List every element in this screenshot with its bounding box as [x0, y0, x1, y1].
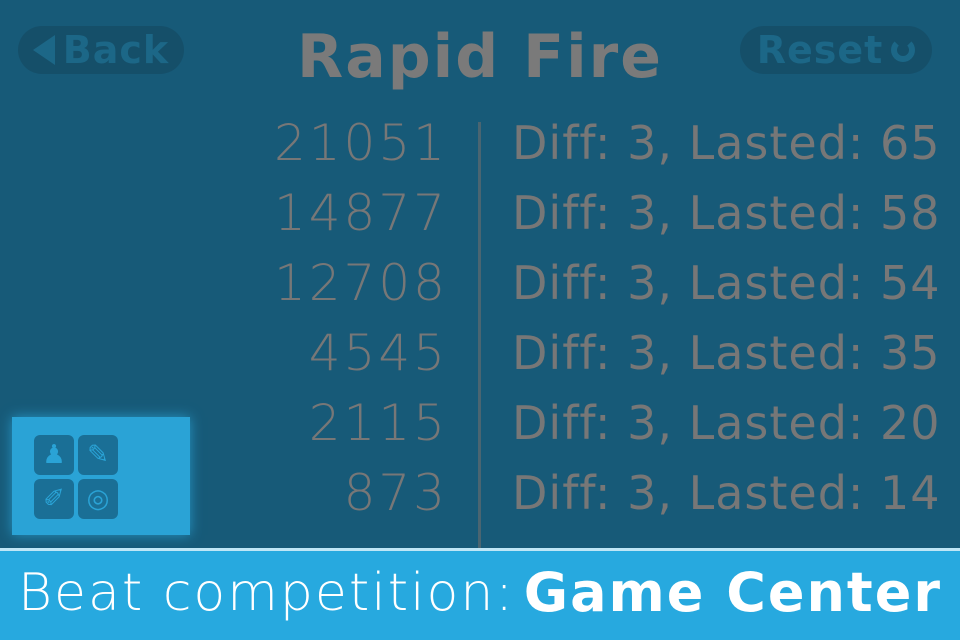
- score-detail: Diff: 3, Lasted: 54: [512, 256, 941, 310]
- score-value: 2115: [308, 394, 448, 452]
- banner-tagline: Beat competition:: [18, 563, 515, 623]
- score-value: 873: [343, 464, 448, 522]
- leaderboard-screen: Back Rapid Fire Reset 21051 Diff: 3, Las…: [0, 0, 960, 548]
- score-row: 4545 Diff: 3, Lasted: 35: [0, 318, 960, 388]
- score-value: 21051: [273, 114, 448, 172]
- score-row: 12708 Diff: 3, Lasted: 54: [0, 248, 960, 318]
- reset-button-label: Reset: [756, 28, 884, 72]
- score-value: 4545: [308, 324, 448, 382]
- target-icon: ◎: [78, 479, 118, 519]
- pawn-icon: ♟: [34, 435, 74, 475]
- score-row: 14877 Diff: 3, Lasted: 58: [0, 178, 960, 248]
- reset-button[interactable]: Reset: [740, 26, 932, 74]
- game-center-grid-icon: ♟ ✎ ✐ ◎: [34, 435, 118, 519]
- promo-banner: Beat competition: Game Center: [0, 548, 960, 640]
- score-detail: Diff: 3, Lasted: 35: [512, 326, 941, 380]
- score-detail: Diff: 3, Lasted: 65: [512, 116, 941, 170]
- banner-game-center: Game Center: [523, 561, 942, 624]
- pencil-icon: ✎: [78, 435, 118, 475]
- score-value: 14877: [273, 184, 448, 242]
- score-value: 12708: [273, 254, 448, 312]
- score-row: 21051 Diff: 3, Lasted: 65: [0, 108, 960, 178]
- score-detail: Diff: 3, Lasted: 58: [512, 186, 941, 240]
- refresh-icon: [891, 38, 916, 62]
- tag-icon: ✐: [34, 479, 74, 519]
- game-center-overlay[interactable]: ♟ ✎ ✐ ◎: [12, 417, 190, 535]
- score-detail: Diff: 3, Lasted: 20: [512, 396, 941, 450]
- score-detail: Diff: 3, Lasted: 14: [512, 466, 941, 520]
